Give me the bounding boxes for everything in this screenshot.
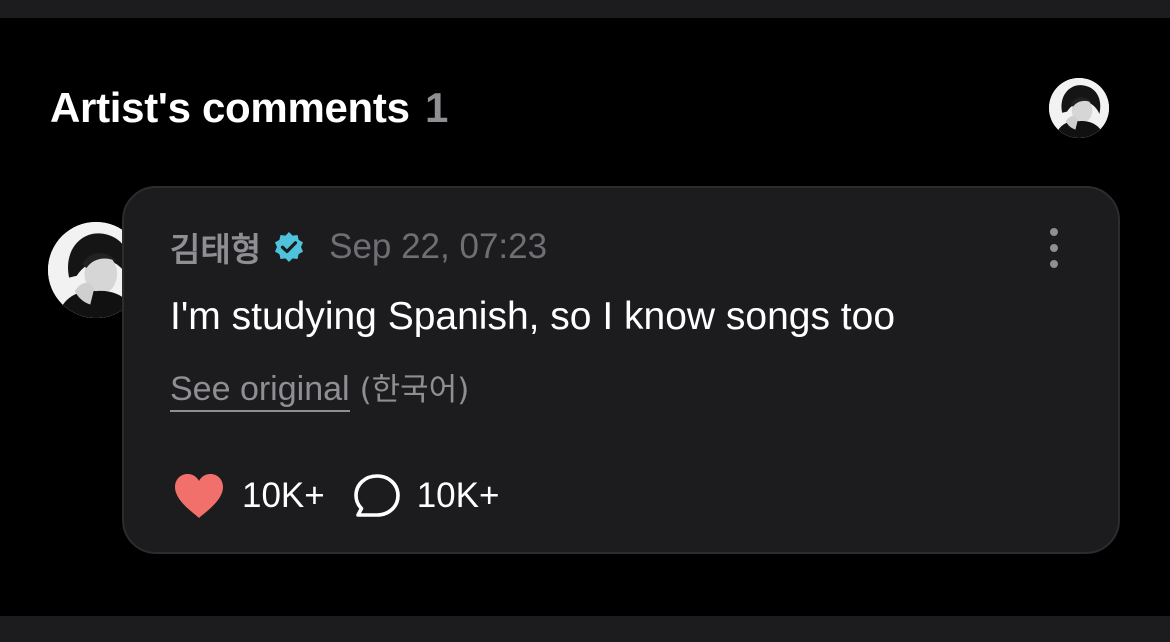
original-language-label: (한국어) — [359, 372, 470, 408]
like-count: 10K+ — [242, 476, 325, 515]
verified-badge-icon — [273, 231, 305, 263]
more-vertical-icon-dot — [1050, 260, 1058, 268]
comment-timestamp: Sep 22, 07:23 — [329, 227, 548, 266]
more-vertical-icon-dot — [1050, 244, 1058, 252]
translation-row: See original (한국어) — [170, 366, 469, 413]
comment-actions: 10K+ 10K+ — [172, 468, 499, 524]
see-original-link[interactable]: See original — [170, 370, 350, 412]
top-divider-bar — [0, 0, 1170, 18]
artist-avatar-top[interactable] — [1049, 78, 1109, 138]
comment-bubble-icon — [353, 474, 400, 517]
section-title-text: Artist's comments — [50, 84, 410, 131]
like-button[interactable]: 10K+ — [172, 472, 325, 520]
more-options-button[interactable] — [1042, 228, 1066, 268]
reply-button[interactable]: 10K+ — [353, 473, 500, 519]
more-vertical-icon — [1050, 228, 1058, 236]
reply-count: 10K+ — [416, 476, 500, 515]
author-name[interactable]: 김태형 — [170, 223, 261, 271]
artist-photo-icon — [1049, 78, 1109, 138]
bottom-divider-bar — [0, 616, 1170, 642]
comment-header: 김태형 Sep 22, 07:23 — [170, 224, 547, 270]
comment-text: I'm studying Spanish, so I know songs to… — [170, 295, 896, 338]
comment-card: 김태형 Sep 22, 07:23 I'm studying Spanish, … — [122, 186, 1120, 554]
section-title: Artist's comments 1 — [50, 82, 448, 134]
comment-count: 1 — [425, 84, 449, 131]
heart-icon — [175, 474, 223, 518]
